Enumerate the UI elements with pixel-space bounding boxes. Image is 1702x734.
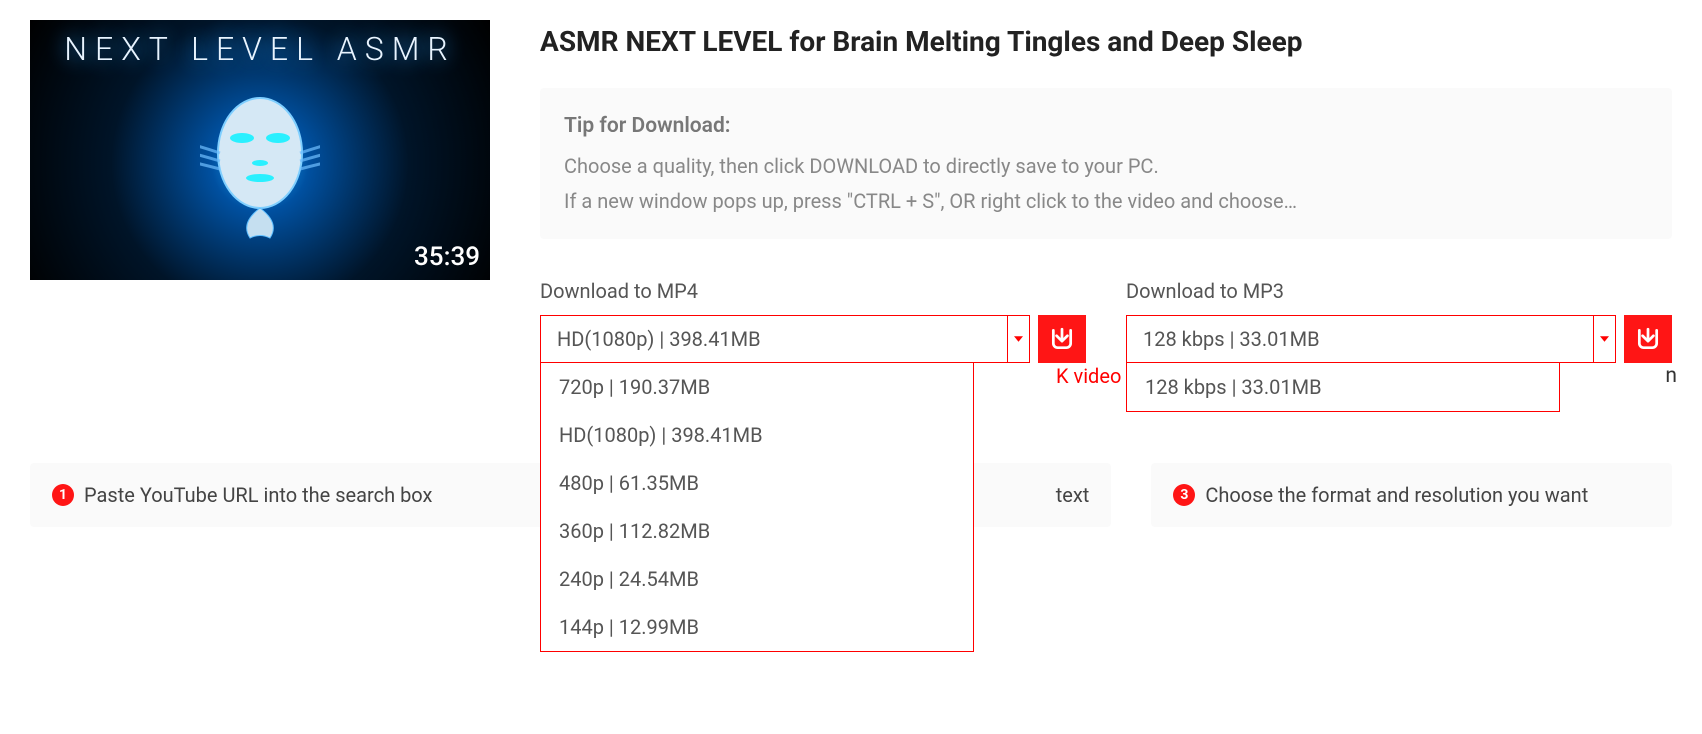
mp4-option[interactable]: 240p | 24.54MB (541, 555, 973, 603)
chevron-down-icon (1007, 316, 1029, 362)
mp3-dropdown: 128 kbps | 33.01MB (1126, 363, 1560, 412)
step-number-badge: 1 (52, 484, 74, 506)
mp4-quality-select[interactable]: HD(1080p) | 398.41MB (540, 315, 1030, 363)
mp4-option[interactable]: 480p | 61.35MB (541, 459, 973, 507)
step-1-text: Paste YouTube URL into the search box (84, 483, 432, 507)
step-number-badge: 3 (1173, 484, 1195, 506)
mp3-label: Download to MP3 (1126, 279, 1672, 303)
step-2-visible-fragment: text (1056, 483, 1090, 507)
mp3-option[interactable]: 128 kbps | 33.01MB (1127, 363, 1559, 411)
tip-header: Tip for Download: (564, 108, 1648, 145)
video-thumbnail[interactable]: NEXT LEVEL ASMR (30, 20, 490, 280)
step-3-text: Choose the format and resolution you wan… (1205, 483, 1588, 507)
video-duration: 35:39 (414, 242, 480, 272)
mp4-column: Download to MP4 HD(1080p) | 398.41MB 720… (540, 279, 1086, 363)
mp4-option[interactable]: HD(1080p) | 398.41MB (541, 411, 973, 459)
step-1: 1 Paste YouTube URL into the search box (30, 463, 551, 527)
download-icon (1049, 326, 1075, 352)
hidden-red-text: K video (1056, 364, 1121, 388)
mp4-dropdown: 720p | 190.37MB HD(1080p) | 398.41MB 480… (540, 363, 974, 652)
tip-line-1: Choose a quality, then click DOWNLOAD to… (564, 149, 1648, 184)
mp3-selected-value: 128 kbps | 33.01MB (1143, 327, 1320, 351)
chevron-down-icon (1593, 316, 1615, 362)
tip-box: Tip for Download: Choose a quality, then… (540, 88, 1672, 239)
mp4-download-button[interactable] (1038, 315, 1086, 363)
hidden-suffix: n (1665, 364, 1677, 388)
download-icon (1635, 326, 1661, 352)
video-title: ASMR NEXT LEVEL for Brain Melting Tingle… (540, 25, 1672, 58)
mp3-download-button[interactable] (1624, 315, 1672, 363)
mp4-option[interactable]: 720p | 190.37MB (541, 363, 973, 411)
mp4-label: Download to MP4 (540, 279, 1086, 303)
tip-line-2: If a new window pops up, press "CTRL + S… (564, 184, 1648, 219)
mp3-quality-select[interactable]: 128 kbps | 33.01MB (1126, 315, 1616, 363)
mask-graphic (200, 83, 320, 243)
mp4-option[interactable]: 144p | 12.99MB (541, 603, 973, 651)
step-3: 3 Choose the format and resolution you w… (1151, 463, 1672, 527)
mp4-option[interactable]: 360p | 112.82MB (541, 507, 973, 555)
thumbnail-overlay-text: NEXT LEVEL ASMR (30, 30, 490, 68)
mp4-selected-value: HD(1080p) | 398.41MB (557, 327, 761, 351)
mp3-column: K video n Download to MP3 128 kbps | 33.… (1126, 279, 1672, 363)
